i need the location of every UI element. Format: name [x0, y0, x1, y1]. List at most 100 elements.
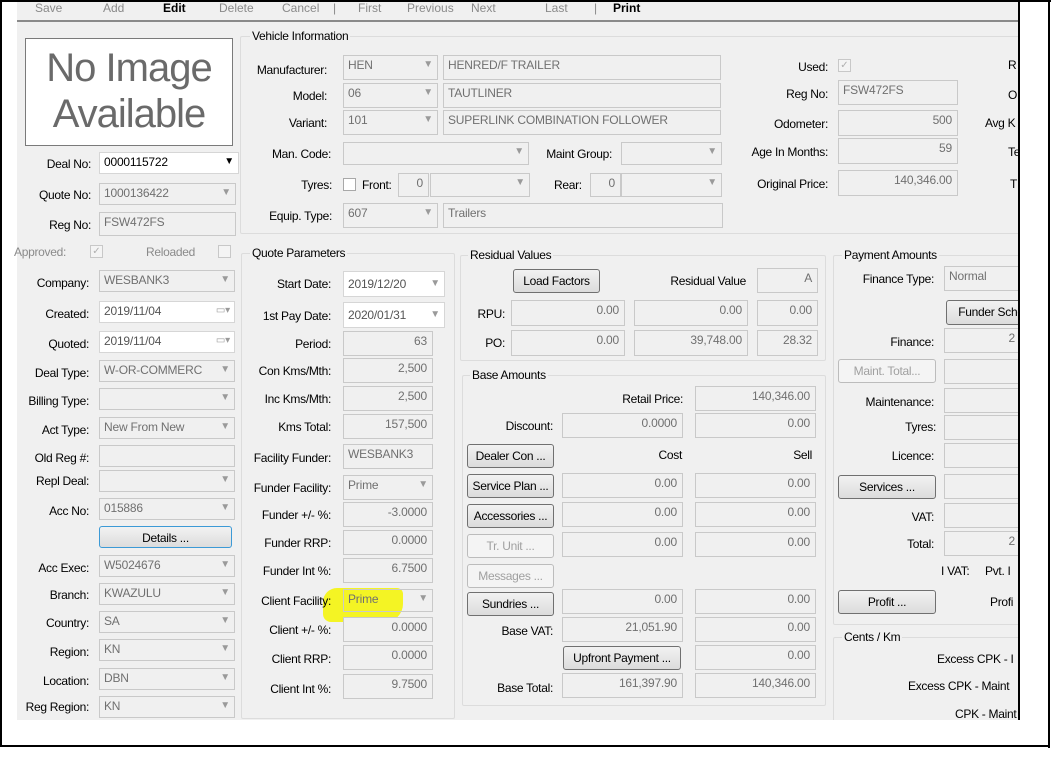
base-total-cost-field[interactable]: 161,397.90 — [562, 673, 683, 698]
reloaded-checkbox[interactable] — [218, 245, 231, 258]
chevron-down-icon[interactable]: ▼ — [220, 672, 230, 683]
tr-unit-sell-field[interactable]: 0.00 — [695, 532, 816, 557]
licence-field[interactable] — [944, 443, 1018, 468]
po-field[interactable]: 39,748.00 — [634, 330, 748, 356]
funder-schedule-button[interactable]: Funder Sche — [946, 300, 1018, 325]
toolbar-print[interactable]: Print — [613, 1, 640, 15]
tyres-checkbox[interactable] — [343, 178, 356, 191]
chevron-down-icon[interactable]: ▼ — [220, 474, 230, 485]
vat-field[interactable] — [944, 503, 1018, 528]
start-date-picker[interactable]: 2019/12/20 ▼ — [343, 271, 445, 297]
odometer-field[interactable]: 500 — [838, 110, 958, 136]
po-field[interactable]: 28.32 — [757, 330, 818, 356]
calendar-icon[interactable]: ▭▾ — [216, 335, 230, 346]
client-plus-minus-field[interactable]: 0.0000 — [343, 617, 433, 642]
chevron-down-icon[interactable]: ▼ — [220, 392, 230, 403]
chevron-down-icon[interactable]: ▼ — [430, 278, 440, 289]
funder-int-field[interactable]: 6.7500 — [343, 558, 433, 583]
chevron-down-icon[interactable]: ▼ — [707, 177, 717, 188]
equip-type-combo[interactable]: 607 ▼ — [343, 203, 438, 228]
original-price-field[interactable]: 140,346.00 — [838, 170, 958, 196]
chevron-down-icon[interactable]: ▼ — [515, 177, 525, 188]
toolbar-add[interactable]: Add — [103, 1, 124, 15]
company-combo[interactable]: WESBANK3 ▼ — [99, 270, 235, 292]
chevron-down-icon[interactable]: ▼ — [220, 364, 230, 375]
chevron-down-icon[interactable]: ▼ — [514, 146, 524, 157]
country-combo[interactable]: SA ▼ — [99, 611, 235, 633]
sundries-button[interactable]: Sundries ... — [467, 592, 554, 616]
finance-field[interactable]: 2 — [944, 328, 1018, 353]
facility-funder-field[interactable]: WESBANK3 — [343, 444, 433, 469]
po-field[interactable]: 0.00 — [511, 330, 625, 356]
chevron-down-icon[interactable]: ▼ — [220, 559, 230, 570]
approved-checkbox[interactable]: ✓ — [90, 245, 103, 258]
maint-group-combo[interactable]: ▼ — [621, 142, 722, 165]
location-combo[interactable]: DBN ▼ — [99, 668, 235, 690]
messages-button[interactable]: Messages ... — [467, 564, 554, 588]
chevron-down-icon[interactable]: ▼ — [221, 187, 231, 198]
act-type-combo[interactable]: New From New ▼ — [99, 417, 235, 439]
services-button[interactable]: Services ... — [838, 475, 936, 499]
chevron-down-icon[interactable]: ▼ — [220, 274, 230, 285]
con-kms-field[interactable]: 2,500 — [343, 358, 433, 383]
upfront-payment-field[interactable]: 0.00 — [695, 645, 816, 670]
payment-tyres-field[interactable] — [944, 415, 1018, 440]
toolbar-last[interactable]: Last — [545, 1, 568, 15]
billing-type-combo[interactable]: ▼ — [99, 388, 235, 410]
front-tyre-combo[interactable]: ▼ — [430, 173, 530, 197]
load-factors-button[interactable]: Load Factors — [513, 269, 600, 293]
inc-kms-field[interactable]: 2,500 — [343, 386, 433, 411]
region-combo[interactable]: KN ▼ — [99, 639, 235, 661]
reg-region-combo[interactable]: KN ▼ — [99, 696, 235, 718]
chevron-down-icon[interactable]: ▼ — [224, 156, 234, 167]
tr-unit-cost-field[interactable]: 0.00 — [562, 532, 683, 557]
chevron-down-icon[interactable]: ▼ — [220, 502, 230, 513]
funder-rrp-field[interactable]: 0.0000 — [343, 530, 433, 555]
chevron-down-icon[interactable]: ▼ — [418, 479, 428, 490]
chevron-down-icon[interactable]: ▼ — [423, 87, 433, 98]
man-code-combo[interactable]: ▼ — [343, 142, 529, 165]
accessories-sell-field[interactable]: 0.00 — [695, 502, 816, 527]
total-field[interactable]: 2 — [944, 531, 1018, 556]
client-facility-combo[interactable]: Prime ▼ — [343, 589, 433, 612]
chevron-down-icon[interactable]: ▼ — [220, 700, 230, 711]
base-vat-sell-field[interactable]: 0.00 — [695, 617, 816, 642]
service-plan-cost-field[interactable]: 0.00 — [562, 473, 683, 498]
acc-exec-combo[interactable]: W5024676 ▼ — [99, 555, 235, 577]
accessories-button[interactable]: Accessories ... — [467, 504, 554, 528]
kms-total-field[interactable]: 157,500 — [343, 414, 433, 439]
front-tyres-field[interactable]: 0 — [398, 173, 429, 197]
rpu-field[interactable]: 0.00 — [757, 300, 818, 326]
service-plan-button[interactable]: Service Plan ... — [467, 474, 554, 498]
created-date-picker[interactable]: 2019/11/04 ▭▾ — [99, 301, 235, 323]
quote-no-combo[interactable]: 1000136422 ▼ — [99, 183, 236, 205]
maint-total-button[interactable]: Maint. Total... — [838, 359, 936, 383]
rear-tyres-field[interactable]: 0 — [590, 173, 621, 197]
deal-no-combo[interactable]: 0000115722 ▼ — [99, 152, 239, 174]
retail-price-field[interactable]: 140,346.00 — [695, 386, 816, 411]
acc-no-combo[interactable]: 015886 ▼ — [99, 498, 235, 520]
rpu-field[interactable]: 0.00 — [511, 300, 625, 326]
period-field[interactable]: 63 — [343, 331, 433, 356]
deal-type-combo[interactable]: W-OR-COMMERC ▼ — [99, 360, 235, 382]
variant-combo[interactable]: 101 ▼ — [343, 110, 438, 135]
base-vat-cost-field[interactable]: 21,051.90 — [562, 617, 683, 642]
services-field[interactable] — [944, 474, 1018, 499]
client-rrp-field[interactable]: 0.0000 — [343, 645, 433, 670]
tr-unit-button[interactable]: Tr. Unit ... — [467, 534, 554, 558]
chevron-down-icon[interactable]: ▼ — [220, 587, 230, 598]
discount-percent-field[interactable]: 0.0000 — [562, 413, 683, 438]
upfront-payment-button[interactable]: Upfront Payment ... — [563, 646, 681, 670]
maintenance-field[interactable] — [944, 388, 1018, 413]
chevron-down-icon[interactable]: ▼ — [423, 114, 433, 125]
chevron-down-icon[interactable]: ▼ — [220, 643, 230, 654]
details-button[interactable]: Details ... — [99, 526, 232, 548]
profit-button[interactable]: Profit ... — [838, 590, 936, 614]
finance-type-combo[interactable]: Normal — [944, 266, 1018, 291]
model-combo[interactable]: 06 ▼ — [343, 83, 438, 108]
sundries-sell-field[interactable]: 0.00 — [695, 589, 816, 614]
chevron-down-icon[interactable]: ▼ — [707, 146, 717, 157]
vehicle-reg-no-field[interactable]: FSW472FS — [838, 80, 958, 105]
old-reg-field[interactable] — [99, 445, 235, 467]
service-plan-sell-field[interactable]: 0.00 — [695, 473, 816, 498]
